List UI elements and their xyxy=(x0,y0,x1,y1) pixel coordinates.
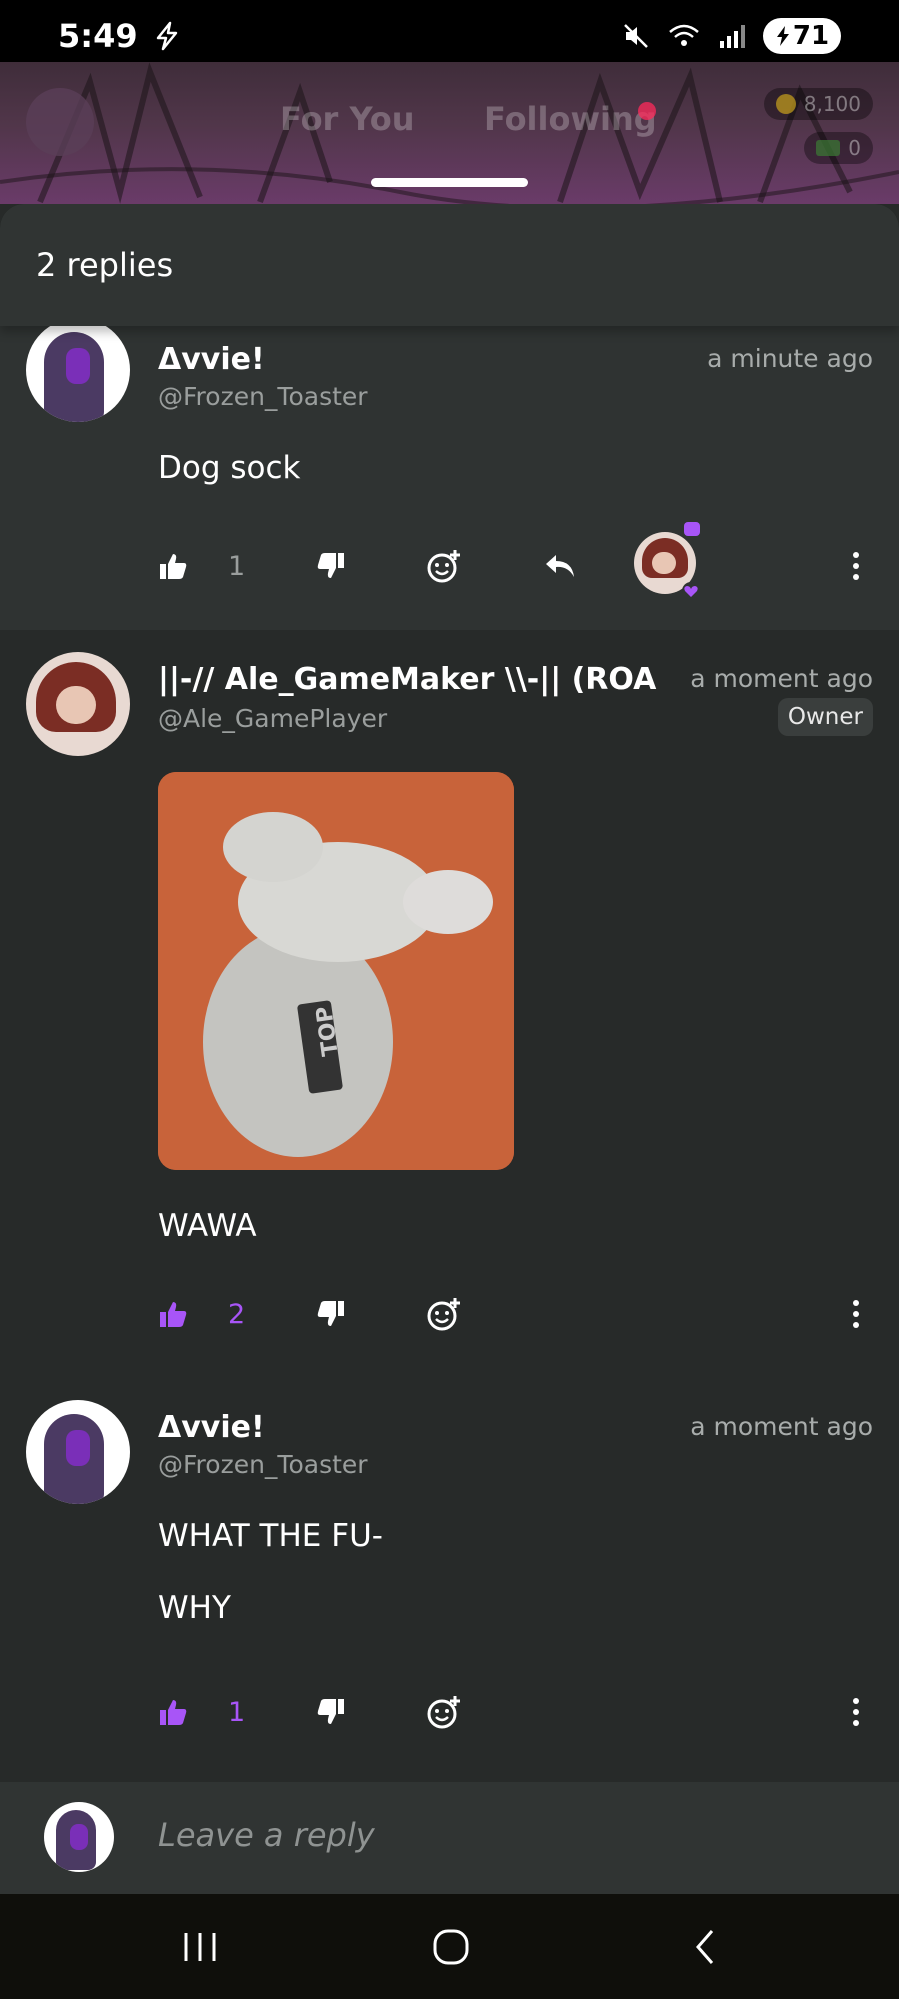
comment-actions: 1 xyxy=(158,1692,873,1732)
like-button[interactable] xyxy=(158,1692,188,1732)
replier-avatar[interactable] xyxy=(634,522,700,600)
reply-comment: ||-// Ale_GameMaker \\-|| (ROAD a moment… xyxy=(0,630,899,1244)
comment-text: WAWA xyxy=(158,1208,257,1244)
reply-button[interactable] xyxy=(543,546,577,586)
tab-following[interactable]: Following xyxy=(484,100,657,138)
like-button[interactable] xyxy=(158,1294,188,1334)
comment-actions: 2 xyxy=(158,1294,873,1334)
comment-author-handle[interactable]: @Frozen_Toaster xyxy=(158,1450,368,1479)
thumbs-up-icon xyxy=(160,554,187,579)
comment-author-handle[interactable]: @Ale_GamePlayer xyxy=(158,704,387,733)
more-options-button[interactable] xyxy=(852,1294,860,1334)
avatar[interactable] xyxy=(26,652,130,756)
reply-arrow-icon xyxy=(546,555,574,577)
add-reaction-button[interactable] xyxy=(426,1692,462,1732)
replies-sheet: 2 replies Δvvie! a minute ago @Frozen_To… xyxy=(0,204,899,1999)
signal-icon xyxy=(720,25,745,48)
more-vertical-icon xyxy=(853,552,859,580)
comment-timestamp: a moment ago xyxy=(690,664,873,693)
more-vertical-icon xyxy=(853,1300,859,1328)
recent-apps-icon xyxy=(184,1933,216,1961)
back-button[interactable] xyxy=(675,1924,735,1970)
cash-icon xyxy=(816,140,841,156)
reply-input[interactable]: Leave a reply xyxy=(158,1816,375,1854)
add-emoji-icon xyxy=(427,1696,460,1729)
reply-input-bar[interactable]: Leave a reply xyxy=(0,1782,899,1894)
lightning-icon xyxy=(156,21,177,51)
clock: 5:49 xyxy=(58,17,138,55)
parent-comment: Δvvie! a minute ago @Frozen_Toaster Dog … xyxy=(0,318,899,630)
thumbs-down-icon xyxy=(317,553,344,578)
avatar[interactable] xyxy=(26,318,130,422)
dislike-button[interactable] xyxy=(316,546,346,586)
like-count: 1 xyxy=(228,1696,246,1728)
tab-for-you[interactable]: For You xyxy=(280,100,414,138)
coins-balance[interactable]: 8,100 xyxy=(763,88,873,120)
comment-text-line: WHAT THE FU- xyxy=(158,1518,383,1554)
add-emoji-icon xyxy=(427,550,460,583)
thumbs-up-icon xyxy=(160,1302,187,1327)
add-reaction-button[interactable] xyxy=(426,1294,462,1334)
notification-dot xyxy=(638,102,656,120)
like-count: 1 xyxy=(228,550,246,582)
battery-indicator: 71 xyxy=(763,18,841,54)
comment-author-handle[interactable]: @Frozen_Toaster xyxy=(158,382,368,411)
back-chevron-icon xyxy=(696,1930,714,1964)
comment-author-name[interactable]: Δvvie! xyxy=(158,1410,265,1445)
more-vertical-icon xyxy=(853,1698,859,1726)
charging-icon xyxy=(776,26,789,46)
mute-icon xyxy=(624,24,648,48)
thumbs-up-icon xyxy=(160,1700,187,1725)
dislike-button[interactable] xyxy=(316,1294,346,1334)
thumbs-down-icon xyxy=(317,1301,344,1326)
comment-text: Dog sock xyxy=(158,450,301,486)
cash-balance[interactable]: 0 xyxy=(804,132,873,164)
status-time: 5:49 xyxy=(58,17,182,55)
more-options-button[interactable] xyxy=(852,546,860,586)
dislike-button[interactable] xyxy=(316,1692,346,1732)
replies-count: 2 replies xyxy=(36,246,174,284)
comment-author-name[interactable]: ||-// Ale_GameMaker \\-|| (ROAD xyxy=(158,662,658,697)
comment-timestamp: a moment ago xyxy=(690,1412,873,1441)
coin-icon xyxy=(775,94,796,114)
more-options-button[interactable] xyxy=(852,1692,860,1732)
owner-badge: Owner xyxy=(777,698,873,736)
status-icons: 71 xyxy=(621,18,841,54)
dog-in-sock-image: TOP xyxy=(158,772,514,1170)
comment-timestamp: a minute ago xyxy=(707,344,873,373)
add-reaction-button[interactable] xyxy=(426,546,462,586)
wifi-icon xyxy=(669,24,699,46)
my-avatar xyxy=(44,1802,114,1872)
chat-badge-icon xyxy=(684,522,700,536)
reply-comment: Δvvie! a moment ago @Frozen_Toaster WHAT… xyxy=(0,1380,899,1740)
comment-actions: 1 xyxy=(158,522,873,600)
thumbs-down-icon xyxy=(317,1699,344,1724)
heart-icon xyxy=(682,582,700,600)
home-icon xyxy=(433,1929,469,1965)
system-nav-bar xyxy=(0,1894,899,1999)
sheet-drag-handle[interactable] xyxy=(371,178,528,187)
home-button[interactable] xyxy=(421,1924,481,1970)
attached-image[interactable]: TOP xyxy=(158,772,514,1170)
comment-author-name[interactable]: Δvvie! xyxy=(158,342,265,377)
like-button[interactable] xyxy=(158,546,188,586)
coins-value: 8,100 xyxy=(803,92,861,116)
sheet-header: 2 replies xyxy=(0,204,899,326)
comment-text-line: WHY xyxy=(158,1590,231,1626)
recent-apps-button[interactable] xyxy=(170,1924,230,1970)
like-count: 2 xyxy=(228,1298,246,1330)
cash-value: 0 xyxy=(848,136,861,160)
avatar[interactable] xyxy=(26,1400,130,1504)
add-emoji-icon xyxy=(427,1298,460,1331)
profile-avatar[interactable] xyxy=(26,88,94,156)
battery-level: 71 xyxy=(792,21,830,51)
